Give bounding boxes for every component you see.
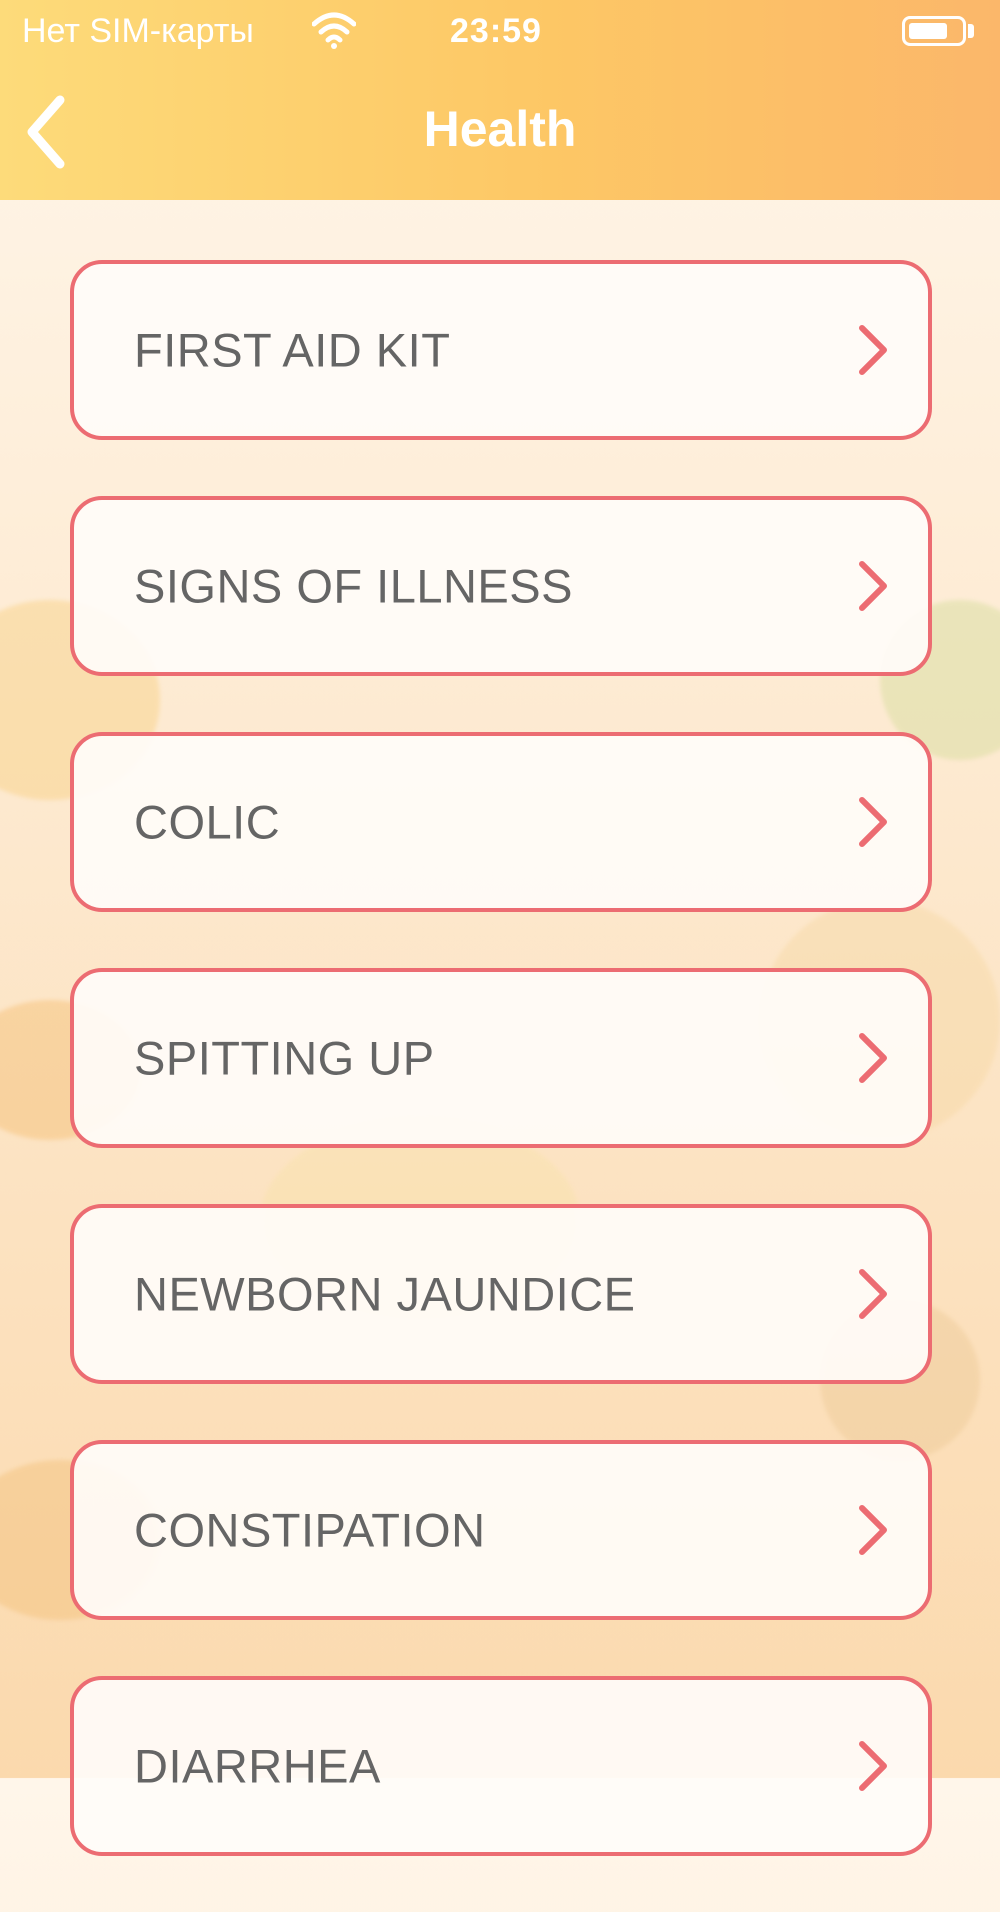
list-item-label: SIGNS OF ILLNESS	[134, 559, 573, 613]
battery-tip	[968, 24, 974, 38]
list-item-spitting-up[interactable]: SPITTING UP	[70, 968, 932, 1148]
battery-level	[909, 23, 947, 39]
chevron-right-icon	[859, 1033, 887, 1083]
list-item-label: NEWBORN JAUNDICE	[134, 1267, 636, 1321]
list-item-label: CONSTIPATION	[134, 1503, 486, 1557]
health-menu-list: FIRST AID KIT SIGNS OF ILLNESS COLIC SPI…	[70, 260, 932, 1912]
list-item-label: DIARRHEA	[134, 1739, 381, 1793]
chevron-right-icon	[859, 325, 887, 375]
list-item-newborn-jaundice[interactable]: NEWBORN JAUNDICE	[70, 1204, 932, 1384]
clock: 23:59	[450, 12, 542, 50]
chevron-right-icon	[859, 1505, 887, 1555]
list-item-constipation[interactable]: CONSTIPATION	[70, 1440, 932, 1620]
nav-header: Нет SIM-карты 23:59 Health	[0, 0, 1000, 200]
carrier-label: Нет SIM-карты	[22, 12, 254, 50]
wifi-icon	[312, 12, 356, 49]
list-item-label: SPITTING UP	[134, 1031, 435, 1085]
list-item-signs-of-illness[interactable]: SIGNS OF ILLNESS	[70, 496, 932, 676]
chevron-right-icon	[859, 561, 887, 611]
page-title: Health	[423, 101, 577, 157]
chevron-right-icon	[859, 1269, 887, 1319]
list-item-first-aid-kit[interactable]: FIRST AID KIT	[70, 260, 932, 440]
status-bar: Нет SIM-карты 23:59	[0, 0, 1000, 64]
list-item-colic[interactable]: COLIC	[70, 732, 932, 912]
list-item-label: COLIC	[134, 795, 281, 849]
list-item-diarrhea[interactable]: DIARRHEA	[70, 1676, 932, 1856]
battery-icon	[902, 16, 966, 46]
chevron-right-icon	[859, 1741, 887, 1791]
chevron-right-icon	[859, 797, 887, 847]
list-item-label: FIRST AID KIT	[134, 323, 451, 377]
